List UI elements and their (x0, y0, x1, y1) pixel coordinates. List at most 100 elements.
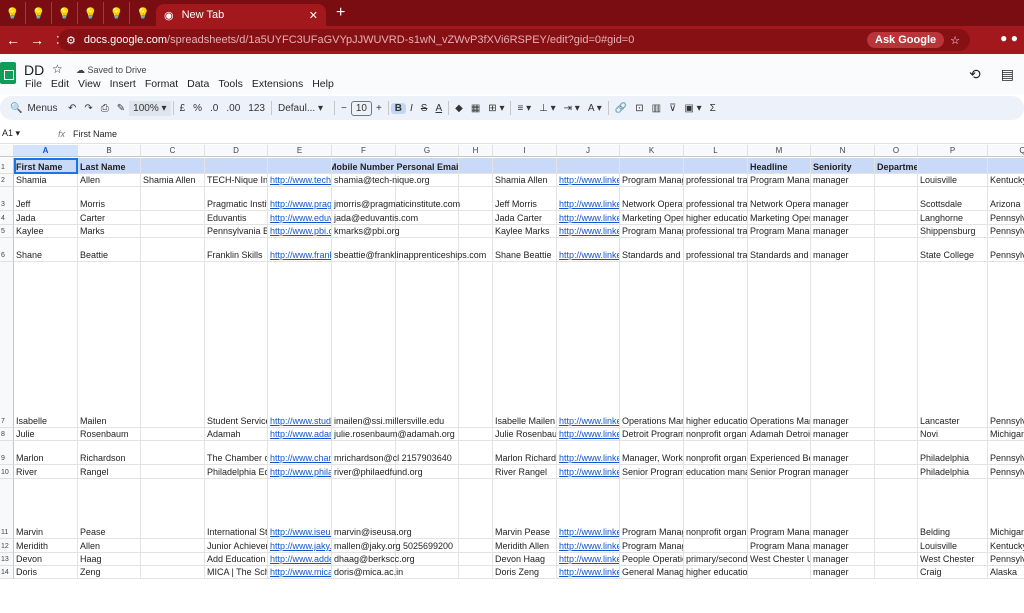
grid-cell[interactable] (459, 465, 493, 479)
column-header-i[interactable]: I (493, 145, 557, 157)
increase-decimal-button[interactable]: .00 (222, 103, 244, 114)
sheets-logo-icon[interactable] (0, 62, 16, 84)
column-header-h[interactable]: H (459, 145, 493, 157)
grid-cell[interactable]: Louisville (918, 174, 988, 187)
grid-cell[interactable]: Detroit Program (620, 428, 684, 441)
grid-cell[interactable]: manager (811, 553, 875, 566)
insert-chart-icon[interactable]: ▥ (648, 103, 665, 114)
grid-cell[interactable]: River Rangel (493, 465, 557, 479)
grid-cell[interactable]: julie.rosenbaum@adamah.org (332, 428, 455, 441)
grid-cell[interactable] (459, 553, 493, 566)
grid-cell[interactable]: Pennsylva (988, 225, 1024, 238)
grid-cell[interactable] (875, 465, 918, 479)
grid-cell[interactable]: Shamia Allen (141, 174, 205, 187)
row-header[interactable]: 7 (0, 262, 14, 428)
text-color-icon[interactable]: A (431, 103, 446, 114)
insert-link-icon[interactable]: 🔗 (611, 103, 631, 114)
grid-cell[interactable] (141, 187, 205, 211)
grid-cell[interactable]: professional trai (684, 174, 748, 187)
grid-cell[interactable]: imailen@ssi.millersville.edu (332, 262, 444, 428)
grid-cell[interactable] (459, 211, 493, 225)
grid-cell[interactable] (459, 539, 493, 553)
column-header-p[interactable]: P (918, 145, 988, 157)
grid-cell[interactable]: Pennsylvania Ba (205, 225, 268, 238)
grid-cell[interactable]: Doris Zeng (493, 566, 557, 579)
vertical-align-icon[interactable]: ⊥ ▾ (535, 103, 560, 114)
grid-cell[interactable]: Shane (14, 238, 78, 262)
menu-insert[interactable]: Insert (110, 78, 136, 90)
grid-cell[interactable]: nonprofit organiz (684, 428, 748, 441)
grid-cell[interactable]: professional trai (684, 225, 748, 238)
grid-cell[interactable]: West Chester Ur (748, 553, 811, 566)
grid-cell[interactable] (875, 238, 918, 262)
grid-cell[interactable]: Allen (78, 539, 141, 553)
grid-cell[interactable]: Shippensburg (918, 225, 988, 238)
star-icon[interactable]: ☆ (52, 62, 63, 76)
spreadsheet-grid[interactable]: A B C D E F G H I J K L M N O P Q 1 First Name Last Name Mob… (0, 145, 1024, 613)
grid-cell[interactable]: manager (811, 174, 875, 187)
grid-cell[interactable]: TECH-Nique Inc (205, 174, 268, 187)
grid-cell[interactable]: professional trai (684, 238, 748, 262)
grid-cell[interactable]: http://www.linked (557, 174, 620, 187)
currency-button[interactable]: £ (176, 103, 190, 114)
grid-cell[interactable]: Standards and L (620, 238, 684, 262)
menu-view[interactable]: View (78, 78, 101, 90)
grid-cell[interactable]: Michigan (988, 428, 1024, 441)
formula-input[interactable]: First Name (73, 129, 117, 139)
grid-cell[interactable]: sbeattie@franklinapprenticeships.com (332, 238, 486, 262)
redo-icon[interactable]: ↷ (80, 103, 96, 114)
grid-cell[interactable]: Lancaster (918, 262, 988, 428)
grid-cell[interactable]: MICA | The Scho (205, 566, 268, 579)
column-header-n[interactable]: N (811, 145, 875, 157)
italic-button[interactable]: I (406, 103, 417, 114)
grid-cell[interactable]: Shane Beattie (493, 238, 557, 262)
grid-cell[interactable]: Pennsylva (988, 262, 1024, 428)
grid-cell[interactable] (875, 262, 918, 428)
grid-cell[interactable]: Philadelphia (918, 441, 988, 465)
comments-icon[interactable]: ▤ (1001, 66, 1014, 83)
grid-cell[interactable]: http://www.frankl (268, 238, 332, 262)
grid-cell[interactable]: http://www.linked (557, 211, 620, 225)
row-header[interactable]: 2 (0, 174, 14, 187)
grid-cell[interactable]: Pennsylva (988, 441, 1024, 465)
grid-cell[interactable]: Devon (14, 553, 78, 566)
grid-cell[interactable]: http://www.iseus (268, 479, 332, 539)
grid-cell[interactable]: http://www.stude (268, 262, 332, 428)
row-header[interactable]: 4 (0, 211, 14, 225)
grid-cell[interactable]: Isabelle Mailen (493, 262, 557, 428)
grid-cell[interactable] (875, 225, 918, 238)
row-header[interactable]: 10 (0, 465, 14, 479)
grid-cell[interactable]: Novi (918, 428, 988, 441)
grid-cell[interactable]: Kaylee Marks (493, 225, 557, 238)
forward-icon[interactable]: → (26, 32, 48, 48)
grid-cell[interactable] (875, 211, 918, 225)
grid-cell[interactable]: Manager, Workp (620, 441, 684, 465)
grid-cell[interactable]: Program Manager (620, 539, 684, 553)
grid-cell[interactable]: Pease (78, 479, 141, 539)
grid-cell[interactable]: Morris (78, 187, 141, 211)
header-cell-j[interactable] (557, 158, 620, 174)
grid-cell[interactable]: The Chamber of (205, 441, 268, 465)
grid-cell[interactable]: Eduvantis (205, 211, 268, 225)
grid-cell[interactable] (141, 225, 205, 238)
grid-cell[interactable]: http://www.linked (557, 465, 620, 479)
grid-cell[interactable]: Shamia (14, 174, 78, 187)
ask-google-button[interactable]: Ask Google (867, 32, 945, 48)
doc-title[interactable]: DD (24, 62, 44, 78)
grid-cell[interactable]: Jada Carter (493, 211, 557, 225)
pinned-tab-1[interactable]: 💡 (0, 2, 26, 24)
grid-cell[interactable]: People Operatio (620, 553, 684, 566)
grid-cell[interactable]: Senior Program (748, 465, 811, 479)
grid-cell[interactable] (875, 566, 918, 579)
site-info-icon[interactable]: ⚙ (66, 34, 76, 47)
grid-cell[interactable] (459, 187, 493, 211)
print-icon[interactable]: ⎙ (97, 103, 113, 114)
insert-comment-icon[interactable]: ⊡ (631, 103, 647, 114)
grid-cell[interactable]: Junior Achievem (205, 539, 268, 553)
grid-cell[interactable]: http://www.mica (268, 566, 332, 579)
grid-cell[interactable]: http://www.adam (268, 428, 332, 441)
grid-cell[interactable]: jada@eduvantis.com (332, 211, 418, 225)
grid-cell[interactable] (396, 225, 459, 238)
grid-cell[interactable] (141, 211, 205, 225)
grid-cell[interactable]: http://www.linked (557, 262, 620, 428)
